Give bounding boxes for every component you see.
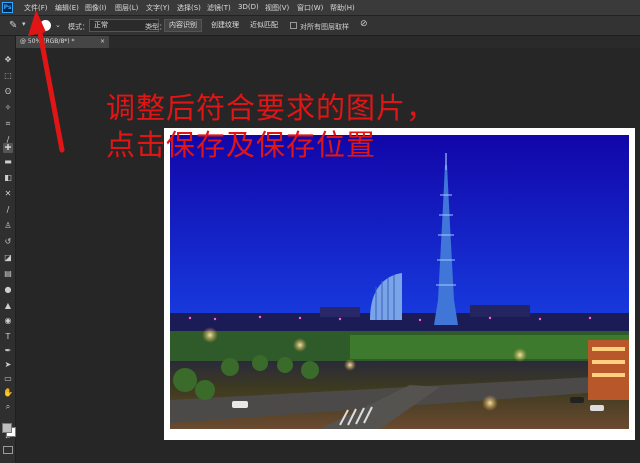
- annotation-line-2: 点击保存及保存位置: [106, 128, 377, 162]
- annotation-line-1: 调整后符合要求的图片，: [106, 91, 437, 125]
- red-arrow-annotation: [28, 10, 65, 153]
